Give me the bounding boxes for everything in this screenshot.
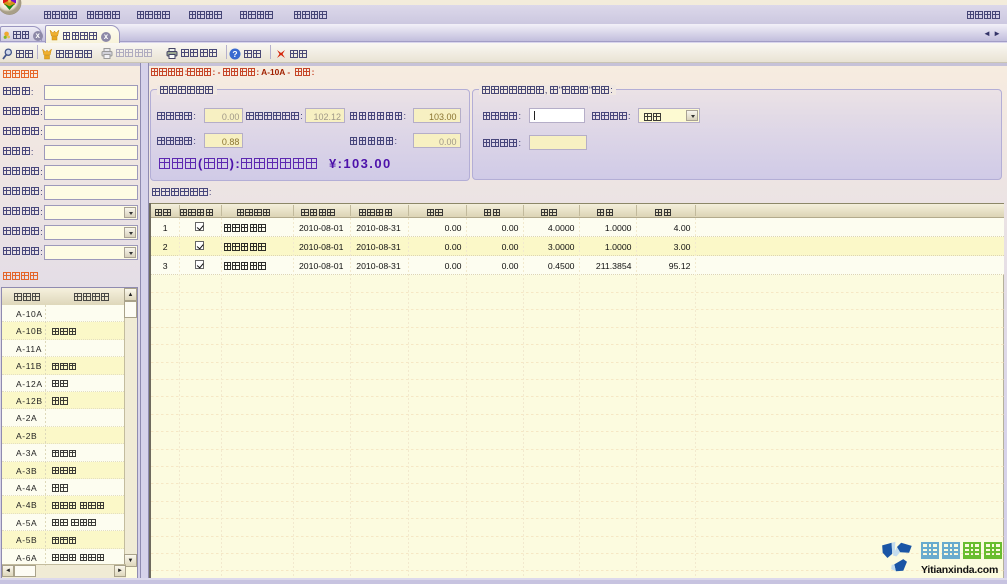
svg-text:?: ? bbox=[232, 48, 237, 58]
